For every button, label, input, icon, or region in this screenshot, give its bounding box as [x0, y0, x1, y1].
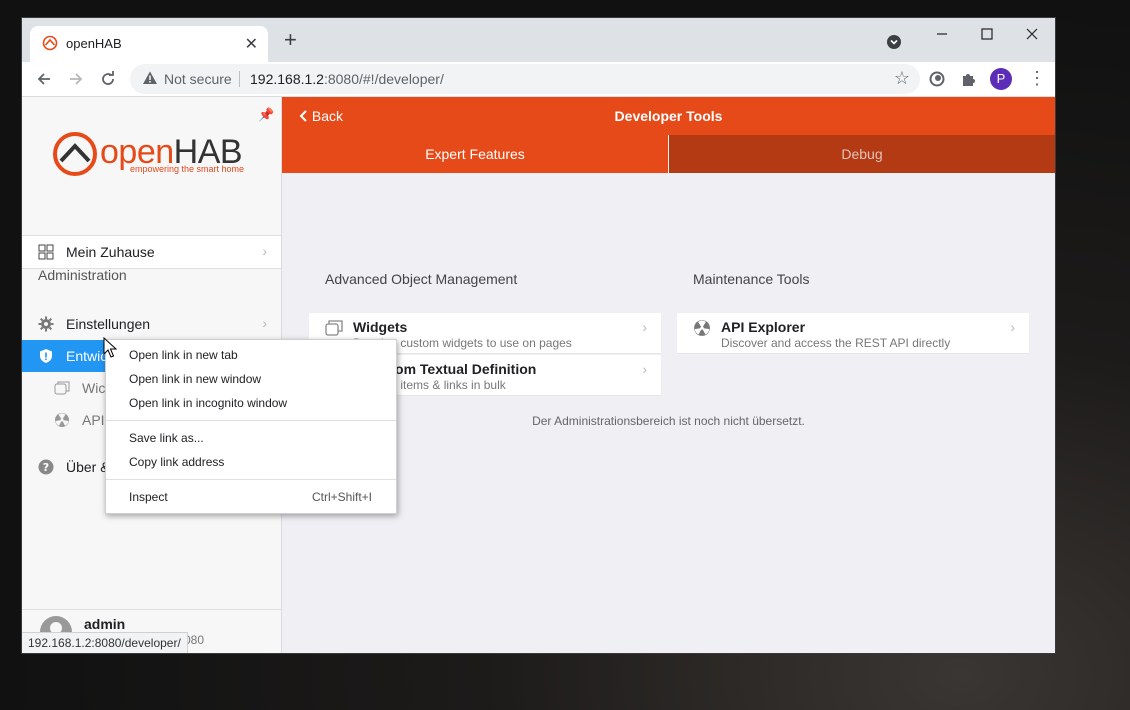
forward-arrow-icon[interactable]	[66, 69, 86, 89]
sidebar-item-label: Einstellungen	[66, 316, 151, 332]
page-title: Developer Tools	[614, 108, 723, 124]
sidebar-item-label: Über &	[66, 459, 110, 475]
warning-icon[interactable]	[142, 70, 158, 86]
maximize-icon[interactable]	[977, 24, 997, 44]
chevron-right-icon: ›	[262, 315, 267, 331]
window-close-icon[interactable]	[1022, 24, 1042, 44]
aom-heading: Advanced Object Management	[325, 271, 518, 287]
card-description: Discover and access the REST API directl…	[721, 336, 951, 350]
tab-bar: Expert Features Debug	[282, 135, 1055, 173]
address-bar[interactable]: Not secure 192.168.1.2:8080/#!/developer…	[130, 64, 920, 94]
menu-inspect[interactable]: Inspect	[129, 490, 168, 504]
widgets-icon	[325, 320, 343, 336]
sidebar-item-home[interactable]: Mein Zuhause ›	[22, 235, 281, 269]
browser-tab[interactable]: openHAB ✕	[30, 26, 268, 62]
url-text[interactable]: 192.168.1.2:8080/#!/developer/	[250, 71, 444, 87]
url-host: 192.168.1.2	[250, 71, 324, 87]
tab-debug[interactable]: Debug	[669, 135, 1055, 173]
widgets-icon	[54, 381, 70, 395]
back-arrow-icon[interactable]	[34, 69, 54, 89]
menu-open-new-window[interactable]: Open link in new window	[129, 372, 261, 386]
help-icon: ?	[38, 459, 54, 475]
browser-window: openHAB ✕ + Not secure 192.168.1.2:8080/…	[22, 18, 1055, 653]
administration-heading: Administration	[38, 267, 127, 283]
menu-open-new-tab[interactable]: Open link in new tab	[129, 348, 238, 362]
grid-icon	[38, 244, 54, 260]
not-secure-label: Not secure	[164, 71, 232, 87]
openhab-logo-icon	[53, 132, 97, 176]
card-title: Widgets	[353, 319, 408, 335]
tab-expert-features[interactable]: Expert Features	[282, 135, 668, 173]
pin-icon[interactable]: 📌	[258, 107, 274, 123]
bookmark-star-icon[interactable]: ☆	[894, 68, 910, 89]
menu-open-incognito[interactable]: Open link in incognito window	[129, 396, 287, 410]
openhab-favicon-icon	[42, 35, 58, 51]
top-navbar: Back Developer Tools	[282, 97, 1055, 135]
radiation-icon	[55, 413, 69, 427]
logo-tagline: empowering the smart home	[130, 164, 245, 174]
extension-circle-icon[interactable]	[928, 70, 946, 88]
sidebar-item-label: Wic	[82, 380, 106, 396]
menu-divider	[106, 420, 396, 421]
omnibox-divider	[239, 71, 240, 87]
browser-toolbar: Not secure 192.168.1.2:8080/#!/developer…	[22, 62, 1055, 97]
context-menu: Open link in new tab Open link in new wi…	[105, 339, 397, 514]
api-explorer-card[interactable]: API Explorer Discover and access the RES…	[677, 313, 1029, 354]
maintenance-heading: Maintenance Tools	[693, 271, 810, 287]
chevron-right-icon: ›	[262, 243, 267, 259]
mouse-cursor-icon	[103, 337, 117, 358]
user-name: admin	[84, 616, 126, 632]
tab-strip: openHAB ✕ +	[22, 18, 1055, 62]
inspect-shortcut: Ctrl+Shift+I	[311, 490, 372, 504]
sidebar-item-label: API	[82, 412, 105, 428]
card-title: API Explorer	[721, 319, 806, 335]
shield-icon	[40, 349, 52, 363]
new-tab-button[interactable]: +	[284, 29, 297, 51]
url-path: :8080/#!/developer/	[323, 71, 444, 87]
chevron-right-icon: ›	[642, 361, 647, 377]
main-content: Back Developer Tools Expert Features Deb…	[282, 97, 1055, 653]
extensions-puzzle-icon[interactable]	[960, 70, 978, 88]
radiation-icon	[694, 320, 710, 336]
svg-text:?: ?	[43, 461, 49, 474]
menu-divider	[106, 479, 396, 480]
menu-save-link[interactable]: Save link as...	[129, 431, 204, 445]
menu-copy-link[interactable]: Copy link address	[129, 455, 224, 469]
translation-note: Der Administrationsbereich ist noch nich…	[532, 414, 805, 428]
chevron-right-icon: ›	[1010, 319, 1015, 335]
sidebar-item-settings[interactable]: Einstellungen ›	[22, 308, 281, 340]
browser-menu-icon[interactable]: ⋮	[1028, 68, 1046, 89]
sidebar-item-label: Mein Zuhause	[66, 244, 155, 260]
chevron-right-icon: ›	[642, 319, 647, 335]
link-status-bubble: 192.168.1.2:8080/developer/	[22, 632, 188, 653]
tab-title: openHAB	[66, 36, 122, 51]
tab-search-icon[interactable]	[886, 34, 902, 50]
minimize-icon[interactable]	[932, 24, 952, 44]
tab-close-icon[interactable]: ✕	[245, 34, 258, 54]
profile-avatar[interactable]: P	[990, 68, 1012, 90]
reload-icon[interactable]	[98, 69, 118, 89]
gear-icon	[38, 316, 54, 332]
